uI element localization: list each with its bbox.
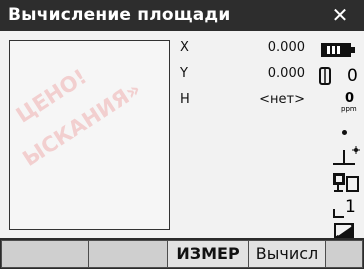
window-title: Вычисление площади <box>8 5 231 25</box>
readout-x: X 0.000 <box>180 40 305 60</box>
screen: Вычисление площади ✕ X 0.000 Y 0.000 H <… <box>0 0 364 269</box>
page-indicator: 1 <box>333 197 359 219</box>
calculate-softkey[interactable]: Вычисл <box>248 240 326 268</box>
page-number: 1 <box>345 197 356 217</box>
battery-icon <box>321 43 355 57</box>
title-bar: Вычисление площади ✕ <box>0 0 364 31</box>
readout-h-value: <нет> <box>259 92 305 107</box>
ppm-unit[interactable]: ppm <box>341 105 357 113</box>
prism-icon[interactable] <box>318 67 332 85</box>
target-mode-icon[interactable] <box>331 171 361 193</box>
measure-softkey[interactable]: ИЗМЕР <box>167 240 249 268</box>
area-plot-panel <box>9 40 170 230</box>
tilt-compensation-icon[interactable] <box>331 145 361 167</box>
ppm-value: 0 <box>345 91 355 106</box>
readout-y: Y 0.000 <box>180 66 305 86</box>
readout-y-value: 0.000 <box>267 66 305 81</box>
readout-x-label: X <box>180 40 189 55</box>
readout-y-label: Y <box>180 66 188 81</box>
signal-dot-icon <box>342 130 347 135</box>
readout-x-value: 0.000 <box>267 40 305 55</box>
close-button[interactable]: ✕ <box>326 4 354 26</box>
readout-h-label: H <box>180 92 190 107</box>
status-icon-column: 0 0 ppm 1 <box>310 40 364 238</box>
readout-h: H <нет> <box>180 92 305 112</box>
softkey-5[interactable] <box>325 240 363 268</box>
softkey-1[interactable] <box>1 240 89 268</box>
prism-constant-value: 0 <box>347 66 358 86</box>
softkey-2[interactable] <box>88 240 168 268</box>
